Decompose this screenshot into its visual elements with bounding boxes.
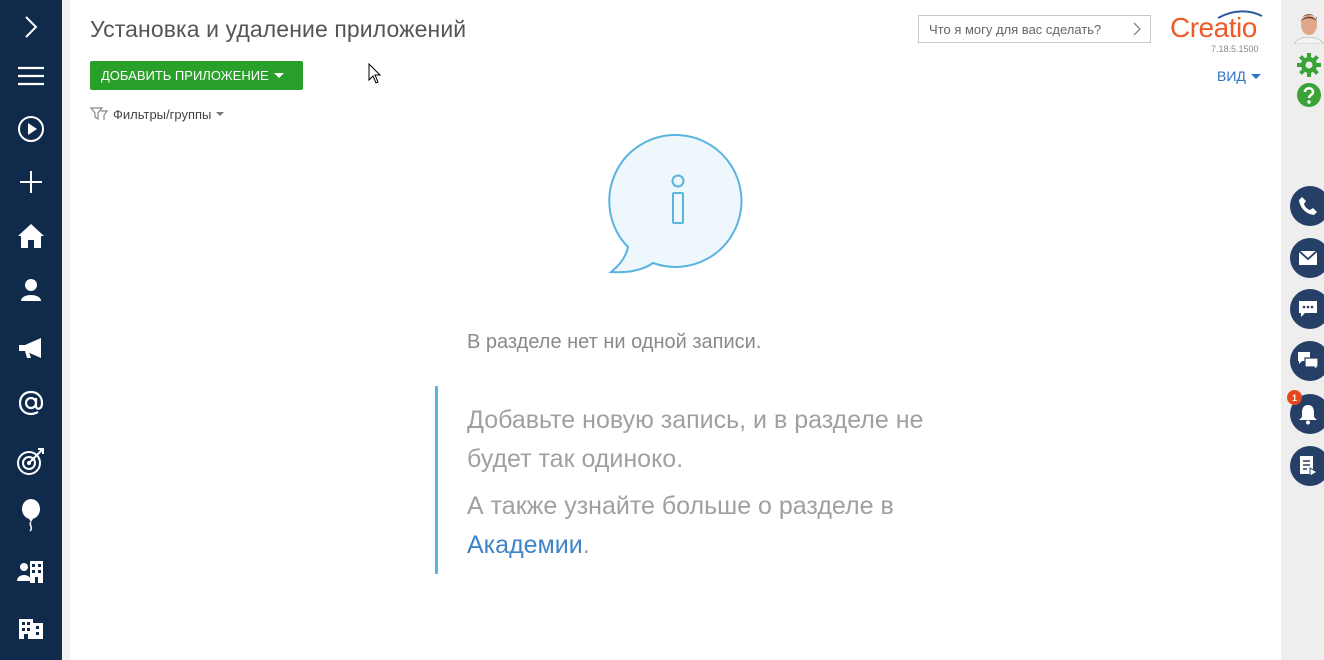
nav-start-button[interactable] — [0, 102, 62, 156]
search-placeholder: Что я могу для вас сделать? — [929, 21, 1102, 37]
phone-icon — [1299, 197, 1317, 215]
filters-groups-button[interactable]: Фильтры/группы — [90, 106, 225, 122]
view-menu-button[interactable]: ВИД — [1217, 68, 1261, 84]
email-at-icon — [18, 390, 44, 416]
gear-icon[interactable] — [1296, 52, 1322, 78]
chevron-right-icon — [25, 16, 38, 38]
help-icon[interactable] — [1296, 82, 1322, 108]
feed-button[interactable] — [1290, 341, 1324, 381]
nav-events-button[interactable] — [0, 488, 62, 542]
nav-companies-button[interactable] — [0, 600, 62, 654]
megaphone-icon — [19, 338, 41, 358]
target-icon — [17, 448, 44, 475]
process-icon — [1300, 456, 1318, 477]
caret-down-icon — [1250, 73, 1261, 79]
filter-icon — [90, 107, 108, 121]
tip-learn-more: А также узнайте больше о разделе в Акаде… — [467, 487, 935, 565]
nav-home-button[interactable] — [0, 209, 62, 263]
building-icon — [19, 619, 43, 639]
phone-button[interactable] — [1290, 186, 1324, 226]
chat-button[interactable] — [1290, 289, 1324, 329]
user-avatar-icon — [1293, 8, 1324, 44]
play-icon — [18, 116, 44, 142]
tip-period: . — [582, 531, 590, 559]
plus-icon — [20, 171, 42, 193]
chat-icon — [1299, 301, 1317, 317]
contact-icon — [21, 279, 41, 301]
email-button[interactable] — [1290, 238, 1324, 278]
filters-label: Фильтры/группы — [113, 106, 212, 122]
version-label: 7.18.5.1500 — [1211, 44, 1259, 54]
add-application-label: ДОБАВИТЬ ПРИЛОЖЕНИЕ — [101, 68, 269, 83]
caret-down-icon — [216, 112, 225, 116]
view-label: ВИД — [1217, 68, 1246, 84]
envelope-icon — [1298, 250, 1318, 265]
academy-link[interactable]: Академии — [467, 531, 583, 559]
menu-icon — [18, 66, 44, 86]
nav-contacts-button[interactable] — [0, 263, 62, 317]
nav-campaigns-button[interactable] — [0, 321, 62, 375]
caret-down-icon — [273, 73, 284, 78]
expand-nav-button[interactable] — [0, 0, 62, 54]
process-button[interactable] — [1290, 446, 1324, 486]
tip-learn-more-text: А также узнайте больше о разделе в — [467, 492, 894, 520]
page-title: Установка и удаление приложений — [90, 16, 467, 42]
mouse-cursor-icon — [368, 63, 382, 84]
creatio-logo: Creatio — [1170, 10, 1263, 44]
info-bubble-icon — [608, 133, 743, 274]
nav-email-button[interactable] — [0, 376, 62, 430]
feed-icon — [1298, 352, 1319, 371]
empty-state-tip: Добавьте новую запись, и в разделе не бу… — [435, 386, 935, 574]
nav-target-button[interactable] — [0, 434, 62, 488]
avatar[interactable] — [1293, 8, 1324, 44]
left-nav — [0, 0, 62, 660]
notification-badge: 1 — [1287, 390, 1302, 405]
menu-button[interactable] — [0, 49, 62, 103]
bell-icon — [1299, 405, 1317, 425]
account-building-icon — [17, 561, 43, 583]
home-icon — [18, 224, 44, 248]
balloon-icon — [22, 499, 40, 532]
tip-add-record: Добавьте новую запись, и в разделе не бу… — [467, 406, 924, 473]
empty-state-message: В разделе нет ни одной записи. — [467, 331, 762, 353]
command-search-input[interactable]: Что я могу для вас сделать? — [918, 15, 1151, 43]
nav-add-button[interactable] — [0, 155, 62, 209]
nav-accounts-button[interactable] — [0, 545, 62, 599]
add-application-button[interactable]: ДОБАВИТЬ ПРИЛОЖЕНИЕ — [90, 61, 303, 90]
logo-swoosh-icon — [1217, 10, 1263, 19]
chevron-right-icon — [1133, 22, 1141, 36]
main-panel: Установка и удаление приложений ДОБАВИТЬ… — [70, 0, 1281, 660]
